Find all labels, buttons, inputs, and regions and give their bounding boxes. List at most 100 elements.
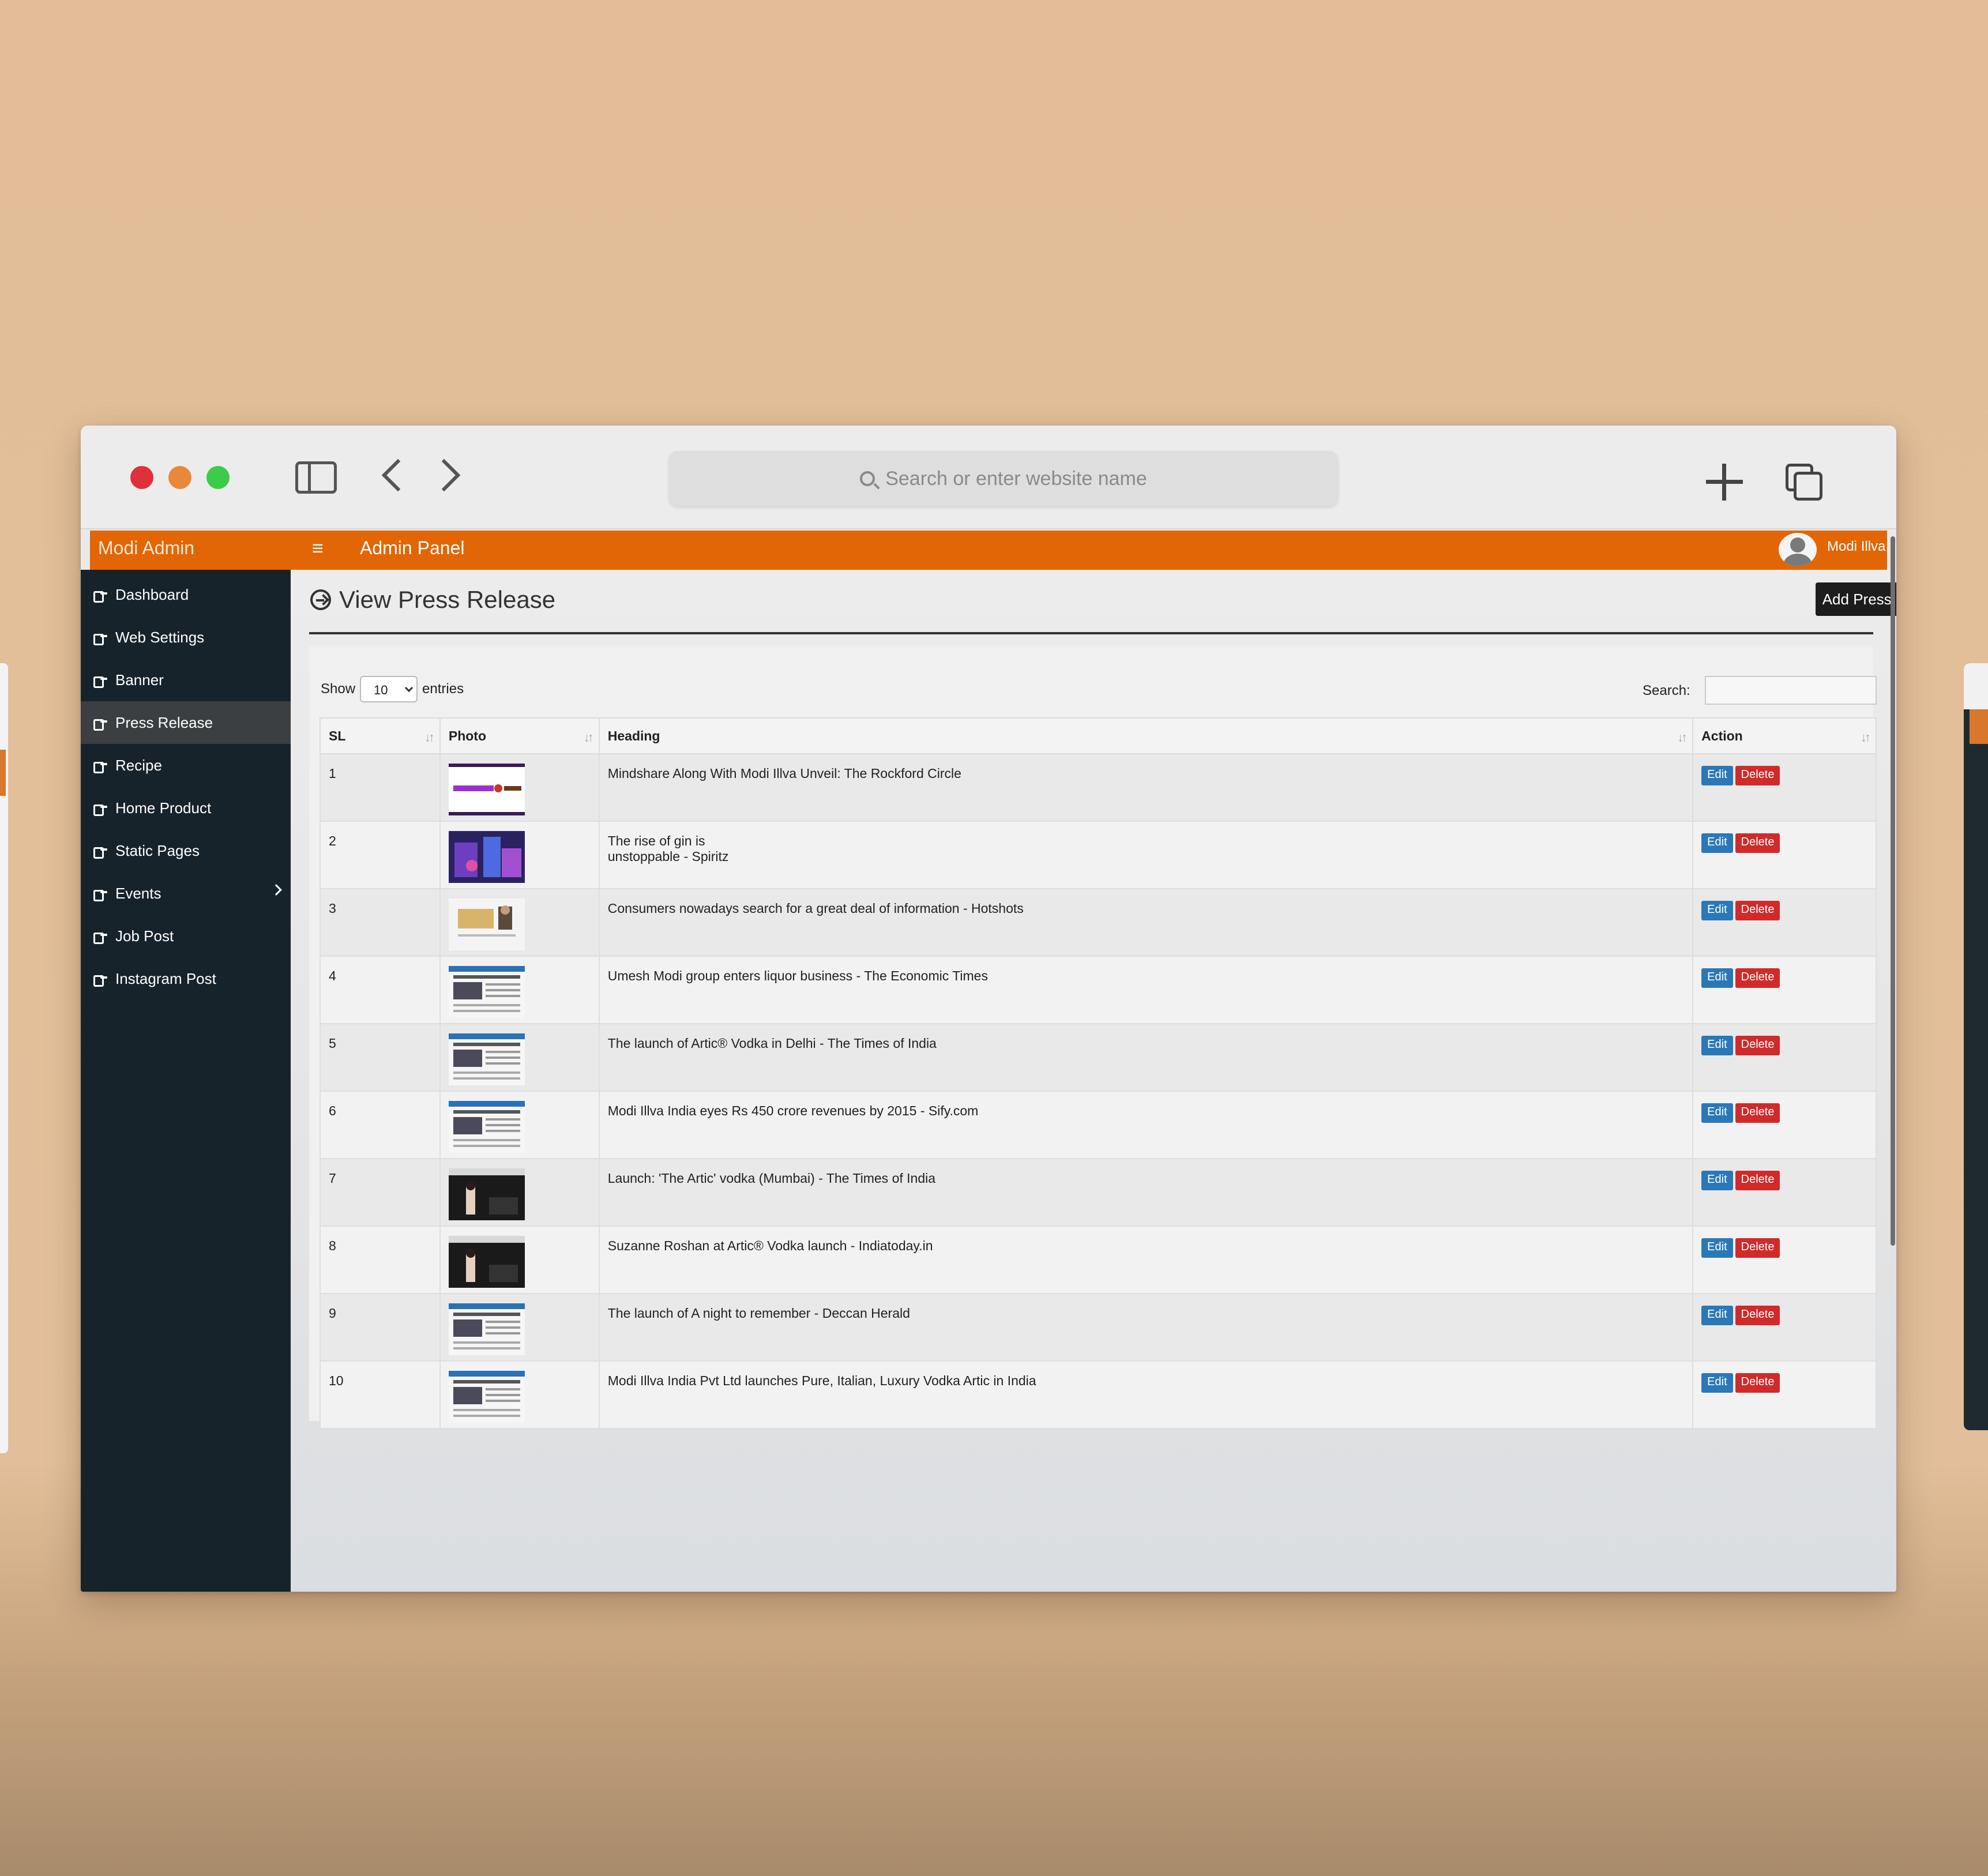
sidebar-item-dashboard[interactable]: Dashboard — [81, 573, 291, 616]
delete-button[interactable]: Delete — [1735, 833, 1780, 853]
sort-icon[interactable]: ↓↑ — [1677, 730, 1688, 745]
edit-button[interactable]: Edit — [1701, 833, 1733, 853]
row-photo — [439, 1158, 600, 1227]
row-photo — [439, 1360, 600, 1429]
sidebar-item-static-pages[interactable]: Static Pages — [81, 829, 291, 872]
edit-button[interactable]: Edit — [1701, 901, 1733, 920]
sidebar-item-label: Instagram Post — [115, 969, 216, 987]
tab-overview-icon[interactable] — [1786, 464, 1822, 501]
table-row: 6 Modi Illva India eyes Rs 450 crore reve… — [320, 1091, 1877, 1159]
minimize-window-button[interactable] — [168, 466, 191, 489]
add-press-release-button[interactable]: Add Press Release — [1816, 582, 1896, 616]
show-label: Show — [321, 681, 356, 697]
edit-button[interactable]: Edit — [1701, 1238, 1733, 1258]
sidebar-item-home-product[interactable]: Home Product — [81, 787, 291, 829]
sidebar-item-label: Events — [115, 884, 161, 902]
press-release-table: SL ↓↑ Photo ↓↑ Heading ↓↑ Action ↓↑ 1 Mindsha… — [320, 717, 1877, 1429]
menu-toggle-icon[interactable]: ≡ — [312, 537, 324, 560]
hand-pointer-icon — [93, 845, 107, 859]
row-heading: Umesh Modi group enters liquor business … — [598, 956, 1694, 1024]
press-thumbnail-image — [448, 831, 525, 883]
sidebar-item-job-post[interactable]: Job Post — [81, 915, 291, 957]
edit-button[interactable]: Edit — [1701, 1306, 1733, 1325]
press-thumbnail-image — [448, 764, 525, 815]
sidebar-item-label: Static Pages — [115, 841, 200, 859]
column-header-heading[interactable]: Heading ↓↑ — [598, 717, 1694, 754]
new-tab-icon[interactable] — [1706, 464, 1743, 501]
press-thumbnail-image — [448, 1303, 525, 1355]
sidebar-item-banner[interactable]: Banner — [81, 659, 291, 701]
page-size-select[interactable]: 10 — [360, 676, 418, 702]
hand-pointer-icon — [93, 674, 107, 688]
heading-line: The rise of gin is — [607, 833, 705, 848]
sort-icon[interactable]: ↓↑ — [424, 730, 435, 745]
maximize-window-button[interactable] — [206, 466, 230, 489]
sidebar-item-label: Banner — [115, 671, 164, 689]
top-navbar: Modi Admin ≡ Admin Panel Modi Illva — [90, 531, 1887, 570]
page-title: View Press Release — [339, 586, 556, 613]
delete-button[interactable]: Delete — [1735, 1238, 1780, 1258]
row-heading: The launch of A night to remember - Decc… — [598, 1293, 1694, 1362]
sort-icon[interactable]: ↓↑ — [584, 730, 594, 745]
edit-button[interactable]: Edit — [1701, 1103, 1733, 1123]
hand-pointer-icon — [93, 973, 107, 987]
user-name[interactable]: Modi Illva — [1827, 539, 1885, 555]
delete-button[interactable]: Delete — [1735, 1306, 1780, 1325]
sidebar-item-label: Web Settings — [115, 628, 205, 646]
background-window-left — [0, 663, 8, 1453]
row-actions: Edit Delete — [1692, 888, 1877, 957]
sidebar-item-label: Job Post — [115, 927, 174, 945]
table-header-row: SL ↓↑ Photo ↓↑ Heading ↓↑ Action ↓↑ — [320, 717, 1877, 754]
row-photo — [439, 753, 600, 822]
row-sl: 3 — [320, 888, 441, 957]
table-row: 5 The launch of Artic® Vodka in Delhi - T… — [320, 1023, 1877, 1092]
brand-logo[interactable]: Modi Admin — [98, 537, 194, 559]
user-avatar[interactable] — [1779, 533, 1817, 566]
column-header-sl[interactable]: SL ↓↑ — [320, 717, 441, 754]
delete-button[interactable]: Delete — [1735, 1103, 1780, 1123]
sort-icon[interactable]: ↓↑ — [1861, 730, 1871, 745]
column-header-action[interactable]: Action ↓↑ — [1692, 717, 1877, 754]
edit-button[interactable]: Edit — [1701, 1171, 1733, 1190]
sidebar-toggle-icon[interactable] — [295, 461, 337, 494]
row-actions: Edit Delete — [1692, 753, 1877, 822]
table-row: 2 The rise of gin is unstoppable - Spiritz… — [320, 821, 1877, 889]
edit-button[interactable]: Edit — [1701, 1036, 1733, 1055]
sidebar-item-instagram-post[interactable]: Instagram Post — [81, 957, 291, 1000]
forward-icon[interactable] — [427, 458, 461, 492]
address-bar[interactable]: Search or enter website name — [669, 451, 1338, 506]
close-window-button[interactable] — [130, 466, 153, 489]
heading-divider — [309, 632, 1873, 634]
row-sl: 6 — [320, 1091, 441, 1159]
table-row: 8 Suzanne Roshan at Artic® Vodka launch -… — [320, 1225, 1877, 1294]
entries-label: entries — [422, 681, 464, 697]
row-actions: Edit Delete — [1692, 1091, 1877, 1159]
sidebar-item-recipe[interactable]: Recipe — [81, 744, 291, 787]
edit-button[interactable]: Edit — [1701, 1373, 1733, 1393]
row-photo — [439, 1023, 600, 1092]
delete-button[interactable]: Delete — [1735, 1373, 1780, 1393]
sidebar-item-press-release[interactable]: Press Release — [81, 701, 291, 744]
column-header-photo[interactable]: Photo ↓↑ — [439, 717, 600, 754]
page-size-control: Show 10 entries — [321, 676, 464, 702]
edit-button[interactable]: Edit — [1701, 968, 1733, 988]
edit-button[interactable]: Edit — [1701, 766, 1733, 785]
sidebar-item-events[interactable]: Events — [81, 872, 291, 915]
sidebar-item-label: Home Product — [115, 799, 212, 817]
delete-button[interactable]: Delete — [1735, 1171, 1780, 1190]
row-actions: Edit Delete — [1692, 1023, 1877, 1092]
row-heading: Modi Illva India Pvt Ltd launches Pure, … — [598, 1360, 1694, 1429]
page-scrollbar[interactable] — [1891, 536, 1895, 1246]
delete-button[interactable]: Delete — [1735, 766, 1780, 785]
sidebar-item-web-settings[interactable]: Web Settings — [81, 616, 291, 659]
row-actions: Edit Delete — [1692, 1360, 1877, 1429]
browser-window: Search or enter website name Modi Admin … — [81, 426, 1896, 1592]
delete-button[interactable]: Delete — [1735, 1036, 1780, 1055]
row-actions: Edit Delete — [1692, 1225, 1877, 1294]
delete-button[interactable]: Delete — [1735, 901, 1780, 920]
chevron-right-icon — [270, 884, 282, 896]
search-input[interactable] — [1705, 676, 1877, 705]
back-icon[interactable] — [381, 458, 415, 492]
page-size-value: 10 — [374, 683, 388, 697]
delete-button[interactable]: Delete — [1735, 968, 1780, 988]
